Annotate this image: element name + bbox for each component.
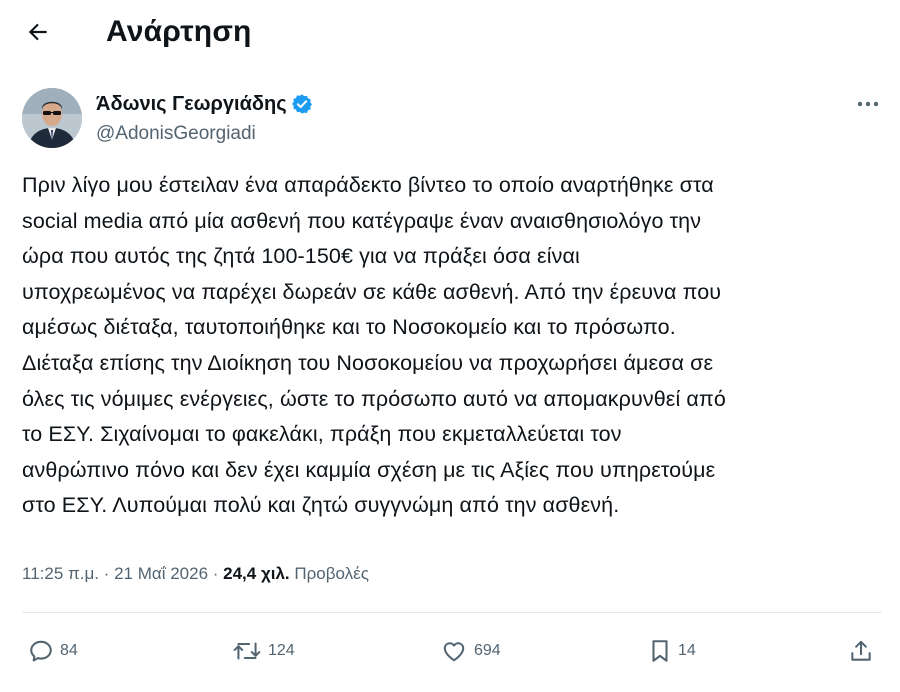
post-text-line: όλες τις νόμιμες ενέργειες, ώστε το πρόσ… — [22, 386, 726, 411]
bookmark-icon — [652, 640, 668, 662]
post-page: Ανάρτηση Άδωνις Γεωργιάδης @AdonisGeorgi… — [0, 0, 900, 692]
arrow-left-icon — [28, 23, 47, 41]
reply-button[interactable]: 84 — [28, 636, 78, 666]
reply-icon — [30, 640, 52, 662]
like-count: 694 — [474, 642, 501, 659]
post-text: Πριν λίγο μου έστειλαν ένα απαράδεκτο βί… — [22, 168, 882, 524]
reply-count: 84 — [60, 642, 78, 659]
author-handle[interactable]: @AdonisGeorgiadi — [96, 122, 256, 146]
bookmark-count: 14 — [678, 642, 696, 659]
repost-icon — [233, 642, 261, 660]
post-text-line: υποχρεωμένος να παρέχει δωρεάν σε κάθε α… — [22, 279, 722, 304]
post-timestamp[interactable]: 11:25 π.μ. · 21 Μαΐ 2026 · — [22, 564, 223, 583]
like-button[interactable]: 694 — [440, 636, 501, 666]
repost-count: 124 — [268, 642, 295, 659]
author-name[interactable]: Άδωνις Γεωργιάδης — [96, 91, 287, 117]
page-header: Ανάρτηση — [0, 0, 900, 66]
post-text-line: Πριν λίγο μου έστειλαν ένα απαράδεκτο βί… — [22, 173, 714, 197]
post-meta: 11:25 π.μ. · 21 Μαΐ 2026 · 24,4 χιλ. Προ… — [22, 562, 369, 586]
bookmark-button[interactable]: 14 — [648, 636, 696, 666]
divider — [22, 612, 882, 613]
post-text-line: το ΕΣΥ. Σιχαίνομαι το φακελάκι, πράξη πο… — [22, 422, 622, 447]
avatar[interactable] — [22, 88, 82, 148]
post-text-line: Διέταξα επίσης την Διοίκηση του Νοσοκομε… — [22, 350, 714, 375]
views-count: 24,4 χιλ. — [223, 564, 290, 583]
share-icon — [851, 640, 871, 661]
post-text-line: ώρα που αυτός της ζητά 100-150€ για να π… — [22, 244, 580, 269]
more-icon — [857, 101, 879, 107]
views-label: Προβολές — [289, 564, 369, 583]
back-button[interactable] — [20, 14, 56, 50]
post-text-line: αμέσως διέταξα, ταυτοποιήθηκε και το Νοσ… — [22, 315, 676, 340]
post-text-line: ανθρώπινο πόνο και δεν έχει καμμία σχέση… — [22, 457, 716, 482]
more-options-button[interactable] — [848, 92, 888, 116]
avatar-image — [22, 88, 82, 148]
verified-badge-icon — [291, 93, 313, 115]
page-title: Ανάρτηση — [106, 15, 252, 48]
share-button[interactable] — [848, 636, 874, 666]
post-text-line: στο ΕΣΥ. Λυπούμαι πολύ και ζητώ συγγνώμη… — [22, 493, 620, 518]
author-name-row[interactable]: Άδωνις Γεωργιάδης — [96, 90, 313, 118]
heart-icon — [443, 642, 465, 662]
post-text-line: social media από μία ασθενή που κατέγραψ… — [22, 208, 702, 233]
repost-button[interactable]: 124 — [232, 636, 295, 666]
